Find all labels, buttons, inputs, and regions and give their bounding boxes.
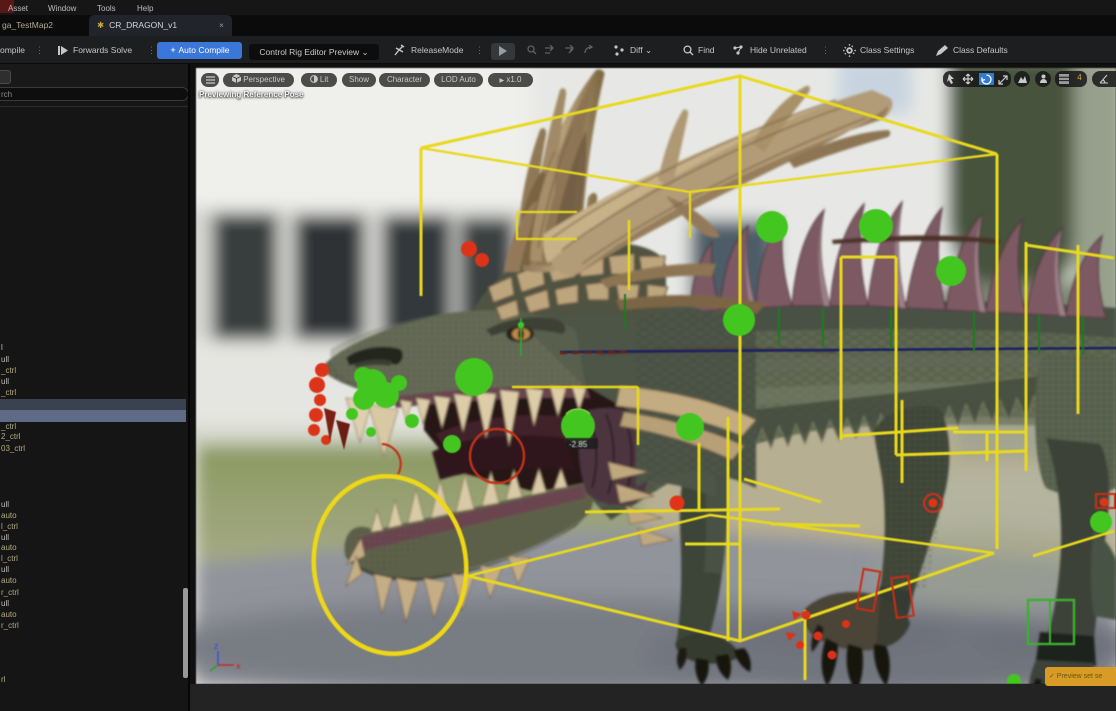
svg-text:X: X (236, 664, 241, 671)
svg-text:Z: Z (214, 644, 219, 651)
svg-text:-2.85: -2.85 (569, 440, 588, 449)
